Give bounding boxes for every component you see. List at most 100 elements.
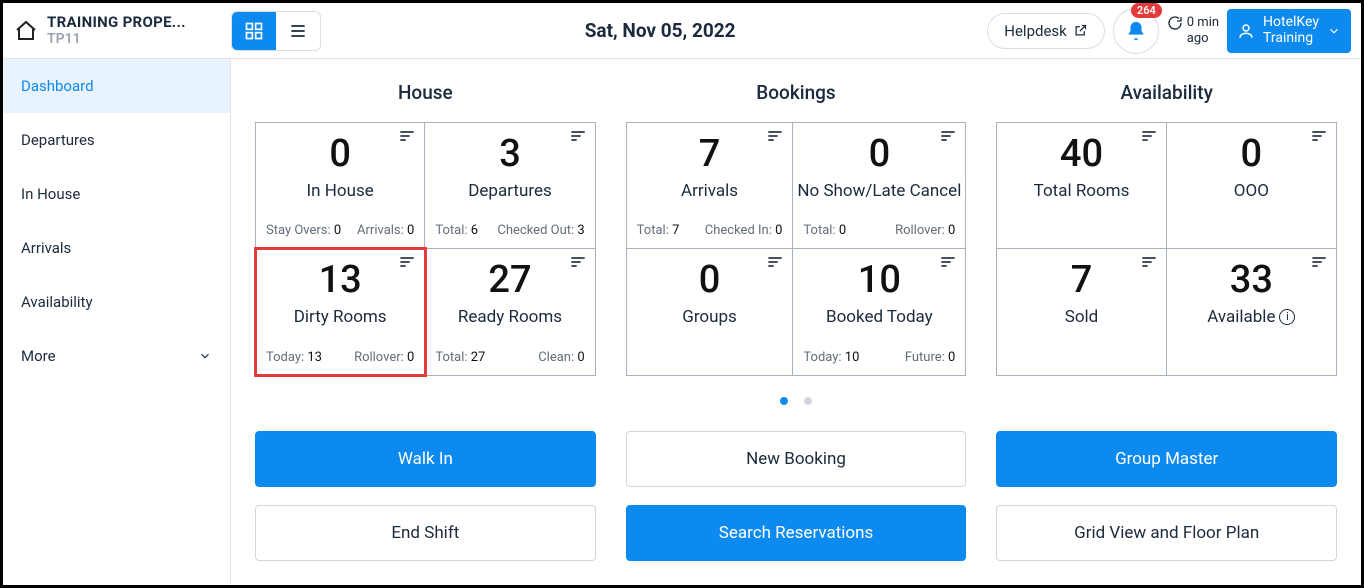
card-foot-left: Total: 7 xyxy=(637,223,680,238)
helpdesk-label: Helpdesk xyxy=(1004,22,1066,40)
card-grid: 7ArrivalsTotal: 7Checked In: 00No Show/L… xyxy=(626,122,967,376)
sort-icon[interactable] xyxy=(1140,255,1158,271)
sort-icon[interactable] xyxy=(1310,255,1328,271)
card-footer: Total: 27 Clean: 0 xyxy=(429,346,590,371)
card-value: 40 xyxy=(1060,135,1103,175)
card-grid: 40 Total Rooms 0 OOO 7Sold33Availablei xyxy=(996,122,1337,376)
sort-icon[interactable] xyxy=(939,255,957,271)
card-value: 0 xyxy=(869,135,891,175)
card-foot-right: Clean: 0 xyxy=(538,350,584,365)
card-foot-right: Rollover: 0 xyxy=(354,350,414,365)
sort-icon[interactable] xyxy=(1140,129,1158,145)
sidebar-item-availability[interactable]: Availability xyxy=(3,275,230,329)
card-value: 27 xyxy=(488,261,531,301)
card-value: 0 xyxy=(329,135,351,175)
card-label: OOO xyxy=(1234,181,1269,201)
bell-icon xyxy=(1125,20,1147,42)
property-code: TP11 xyxy=(47,31,186,47)
list-view-toggle[interactable] xyxy=(276,12,320,50)
sort-icon[interactable] xyxy=(939,129,957,145)
sidebar-item-label: Availability xyxy=(21,293,93,311)
card-foot-right: Checked In: 0 xyxy=(705,223,783,238)
grid-view-and-floor-plan-button[interactable]: Grid View and Floor Plan xyxy=(996,505,1337,561)
sidebar-item-more[interactable]: More xyxy=(3,329,230,383)
sort-icon[interactable] xyxy=(398,129,416,145)
search-reservations-button[interactable]: Search Reservations xyxy=(626,505,967,561)
header: TRAINING PROPE... TP11 Sat, Nov 05, 2022… xyxy=(3,3,1361,59)
sort-icon[interactable] xyxy=(766,255,784,271)
sidebar-item-dashboard[interactable]: Dashboard xyxy=(3,59,230,113)
refresh-icon xyxy=(1167,15,1183,31)
card-value: 0 xyxy=(699,261,721,301)
user-menu[interactable]: HotelKey Training xyxy=(1227,9,1351,53)
card-in-house[interactable]: 0 In House Stay Overs: 0 Arrivals: 0 xyxy=(256,123,425,249)
card-footer: Total: 7 Checked In: 0 xyxy=(631,219,789,244)
card-booked-today[interactable]: 10 Booked Today Today: 10Future: 0 xyxy=(793,249,965,375)
card-available[interactable]: 33Availablei xyxy=(1167,249,1336,375)
card-total-rooms[interactable]: 40 Total Rooms xyxy=(997,123,1166,249)
card-foot-left: Total: 27 xyxy=(435,350,485,365)
card-foot-right: Checked Out: 3 xyxy=(497,223,584,238)
end-shift-button[interactable]: End Shift xyxy=(255,505,596,561)
user-line1: HotelKey xyxy=(1263,15,1319,30)
section-title: House xyxy=(255,81,596,104)
card-foot-right: Arrivals: 0 xyxy=(357,223,414,238)
property-block[interactable]: TRAINING PROPE... TP11 xyxy=(13,14,231,47)
sort-icon[interactable] xyxy=(398,255,416,271)
dot-1[interactable] xyxy=(780,397,788,405)
sort-icon[interactable] xyxy=(569,255,587,271)
dot-2[interactable] xyxy=(804,397,812,405)
card-value: 10 xyxy=(858,261,901,301)
sidebar-item-label: More xyxy=(21,347,56,365)
carousel-dots xyxy=(255,390,1337,409)
card-no-show-late-cancel[interactable]: 0No Show/Late CancelTotal: 0Rollover: 0 xyxy=(793,123,965,249)
card-label: In House xyxy=(307,181,374,201)
card-value: 0 xyxy=(1241,135,1263,175)
section-availability: Availability 40 Total Rooms 0 OOO 7Sold33Avai… xyxy=(996,81,1337,376)
card-ooo[interactable]: 0 OOO xyxy=(1167,123,1336,249)
grid-view-toggle[interactable] xyxy=(232,12,276,50)
card-label: Booked Today xyxy=(826,307,933,327)
notifications-button[interactable]: 264 xyxy=(1113,8,1159,54)
sort-icon[interactable] xyxy=(569,129,587,145)
user-icon xyxy=(1237,22,1255,40)
sync-status[interactable]: 0 min ago xyxy=(1167,15,1219,46)
walk-in-button[interactable]: Walk In xyxy=(255,431,596,487)
section-title: Availability xyxy=(996,81,1337,104)
chevron-down-icon xyxy=(198,349,212,363)
card-departures[interactable]: 3DeparturesTotal: 6Checked Out: 3 xyxy=(425,123,594,249)
helpdesk-button[interactable]: Helpdesk xyxy=(987,13,1104,49)
sidebar-item-label: Departures xyxy=(21,131,95,149)
section-house: House 0 In House Stay Overs: 0 Arrivals: 0 3D… xyxy=(255,81,596,376)
new-booking-button[interactable]: New Booking xyxy=(626,431,967,487)
sidebar-item-arrivals[interactable]: Arrivals xyxy=(3,221,230,275)
card-foot-left: Stay Overs: 0 xyxy=(266,223,341,238)
card-arrivals[interactable]: 7ArrivalsTotal: 7Checked In: 0 xyxy=(627,123,794,249)
content: House 0 In House Stay Overs: 0 Arrivals: 0 3D… xyxy=(231,59,1361,585)
sidebar-item-departures[interactable]: Departures xyxy=(3,113,230,167)
card-label: No Show/Late Cancel xyxy=(797,181,961,201)
group-master-button[interactable]: Group Master xyxy=(996,431,1337,487)
sort-icon[interactable] xyxy=(1310,129,1328,145)
sort-icon[interactable] xyxy=(766,129,784,145)
card-foot-left: Today: 10 xyxy=(803,350,859,365)
card-footer xyxy=(1001,234,1161,244)
view-toggle xyxy=(231,11,321,51)
current-date: Sat, Nov 05, 2022 xyxy=(333,19,987,42)
sync-line2: ago xyxy=(1187,31,1219,47)
card-footer: Today: 13Rollover: 0 xyxy=(260,346,420,371)
card-groups[interactable]: 0Groups xyxy=(627,249,794,375)
card-label: Total Rooms xyxy=(1034,181,1130,201)
card-ready-rooms[interactable]: 27Ready RoomsTotal: 27Clean: 0 xyxy=(425,249,594,375)
home-icon xyxy=(13,18,39,44)
sidebar-item-in-house[interactable]: In House xyxy=(3,167,230,221)
card-footer: Stay Overs: 0 Arrivals: 0 xyxy=(260,219,420,244)
notifications-count: 264 xyxy=(1131,3,1162,18)
card-footer: Today: 10Future: 0 xyxy=(797,346,961,371)
section-title: Bookings xyxy=(626,81,967,104)
card-sold[interactable]: 7Sold xyxy=(997,249,1166,375)
info-icon[interactable]: i xyxy=(1279,309,1295,325)
card-dirty-rooms[interactable]: 13Dirty RoomsToday: 13Rollover: 0 xyxy=(256,249,425,375)
card-value: 33 xyxy=(1230,261,1273,301)
sidebar-item-label: Dashboard xyxy=(21,77,94,95)
